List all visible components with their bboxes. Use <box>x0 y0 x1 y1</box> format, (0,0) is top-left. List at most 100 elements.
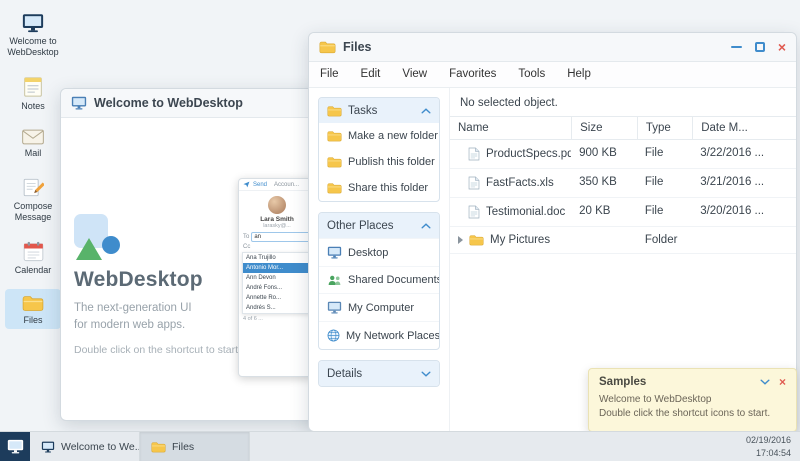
close-button[interactable]: × <box>778 40 786 54</box>
shortcut-compose-message[interactable]: Compose Message <box>5 172 61 227</box>
to-label: To <box>243 234 249 240</box>
menu-edit[interactable]: Edit <box>350 62 392 87</box>
window-controls: × <box>731 40 786 54</box>
shortcut-notes[interactable]: Notes <box>5 71 61 116</box>
monitor-icon <box>7 439 24 454</box>
place-my-network-places[interactable]: My Network Places <box>319 321 439 349</box>
tasks-panel-header[interactable]: Tasks <box>319 98 439 123</box>
mini-toolbar: Send Accoun... <box>239 179 315 191</box>
folder-icon <box>327 182 342 194</box>
menu-favorites[interactable]: Favorites <box>438 62 507 87</box>
task-label: Share this folder <box>348 182 428 194</box>
files-titlebar[interactable]: Files × <box>309 33 796 62</box>
folder-icon <box>7 294 59 312</box>
shortcut-calendar[interactable]: Calendar <box>5 236 61 280</box>
folder-icon <box>469 234 484 246</box>
start-button[interactable] <box>0 432 30 461</box>
taskbar-button-welcome[interactable]: Welcome to We... <box>30 432 140 461</box>
folder-icon <box>327 156 342 168</box>
shortcut-label: Compose Message <box>7 201 59 223</box>
details-panel: Details <box>318 360 440 387</box>
contact-email: larasky@... <box>239 223 315 229</box>
menu-help[interactable]: Help <box>556 62 602 87</box>
place-label: My Network Places <box>346 330 439 342</box>
menu-view[interactable]: View <box>391 62 438 87</box>
account-tab: Accoun... <box>274 182 299 188</box>
chevron-up-icon[interactable] <box>421 223 431 229</box>
cell-type: Folder <box>637 227 692 253</box>
contact-name: Lara Smith <box>239 216 315 223</box>
task-publish-folder[interactable]: Publish this folder <box>319 149 439 175</box>
task-label: Make a new folder <box>348 130 438 142</box>
mini-compose-preview: Send Accoun... Lara Smith larasky@... To… <box>238 178 316 377</box>
cell-date: 3/20/2016 ... <box>692 198 796 226</box>
avatar <box>268 196 286 214</box>
table-row[interactable]: ProductSpecs.pdf 900 KB File 3/22/2016 .… <box>450 140 796 169</box>
cell-size: 20 KB <box>571 198 637 226</box>
monitor-icon <box>7 13 59 33</box>
cell-size <box>571 227 637 253</box>
chevron-up-icon[interactable] <box>421 108 431 114</box>
samples-header: Samples × <box>599 376 786 388</box>
minimize-button[interactable] <box>731 46 742 48</box>
shortcut-label: Calendar <box>7 265 59 276</box>
send-button: Send <box>253 182 267 188</box>
files-menubar: File Edit View Favorites Tools Help <box>309 62 796 88</box>
panel-title: Details <box>327 368 362 380</box>
monitor-icon <box>71 96 87 110</box>
list-item: Ana Trujillo <box>243 253 311 263</box>
webdesktop-logo <box>74 214 122 260</box>
column-header-name[interactable]: Name <box>450 117 571 139</box>
maximize-button[interactable] <box>755 42 765 52</box>
chevron-down-icon[interactable] <box>421 371 431 377</box>
table-row[interactable]: Testimonial.doc 20 KB File 3/20/2016 ... <box>450 198 796 227</box>
folder-icon <box>327 130 342 142</box>
file-icon <box>468 147 480 161</box>
welcome-content: WebDesktop The next-generation UI for mo… <box>74 214 203 333</box>
table-row[interactable]: FastFacts.xls 350 KB File 3/21/2016 ... <box>450 169 796 198</box>
folder-icon <box>151 441 166 453</box>
task-share-folder[interactable]: Share this folder <box>319 175 439 201</box>
cell-name: My Pictures <box>450 227 571 253</box>
taskbar-button-label: Welcome to We... <box>61 441 140 453</box>
close-icon[interactable]: × <box>779 376 786 388</box>
samples-controls: × <box>760 376 786 388</box>
shortcut-label: Mail <box>7 148 59 159</box>
cc-label: Cc <box>239 242 315 252</box>
taskbar-clock: 02/19/2016 17:04:54 <box>746 434 800 458</box>
tasks-panel: Tasks Make a new folder Publish this fol… <box>318 97 440 202</box>
taskbar-button-files[interactable]: Files <box>140 432 250 461</box>
column-header-size[interactable]: Size <box>571 117 637 139</box>
my-computer-icon <box>327 301 342 314</box>
list-item-selected: Antonio Mor... <box>243 263 311 273</box>
samples-notification: Samples × Welcome to WebDesktop Double c… <box>588 368 797 432</box>
expand-caret-icon[interactable] <box>458 236 463 244</box>
note-icon <box>7 76 59 98</box>
menu-tools[interactable]: Tools <box>507 62 556 87</box>
menu-file[interactable]: File <box>309 62 350 87</box>
place-my-computer[interactable]: My Computer <box>319 293 439 321</box>
place-label: Desktop <box>348 247 388 259</box>
chevron-down-icon[interactable] <box>760 379 770 385</box>
shortcut-files[interactable]: Files <box>5 289 61 330</box>
match-count: 4 of 6 ... <box>239 314 315 324</box>
samples-text: Double click the shortcut icons to start… <box>599 408 786 419</box>
to-row: To an <box>239 232 315 242</box>
shortcut-mail[interactable]: Mail <box>5 124 61 163</box>
place-desktop[interactable]: Desktop <box>319 238 439 266</box>
cell-name: ProductSpecs.pdf <box>450 140 571 168</box>
network-places-icon <box>327 329 340 342</box>
shortcut-welcome[interactable]: Welcome to WebDesktop <box>5 8 61 62</box>
column-header-date[interactable]: Date M... <box>692 117 796 139</box>
table-row[interactable]: My Pictures Folder <box>450 227 796 254</box>
selection-status: No selected object. <box>450 88 796 116</box>
task-make-new-folder[interactable]: Make a new folder <box>319 123 439 149</box>
desktop-shortcuts: Welcome to WebDesktop Notes Mail Compose… <box>4 8 62 329</box>
window-title: Files <box>343 40 372 54</box>
column-header-type[interactable]: Type <box>637 117 692 139</box>
list-item: André Fons... <box>243 283 311 293</box>
list-item: Annette Ro... <box>243 293 311 303</box>
details-panel-header[interactable]: Details <box>319 361 439 386</box>
place-shared-documents[interactable]: Shared Documents <box>319 266 439 293</box>
other-places-header[interactable]: Other Places <box>319 213 439 238</box>
